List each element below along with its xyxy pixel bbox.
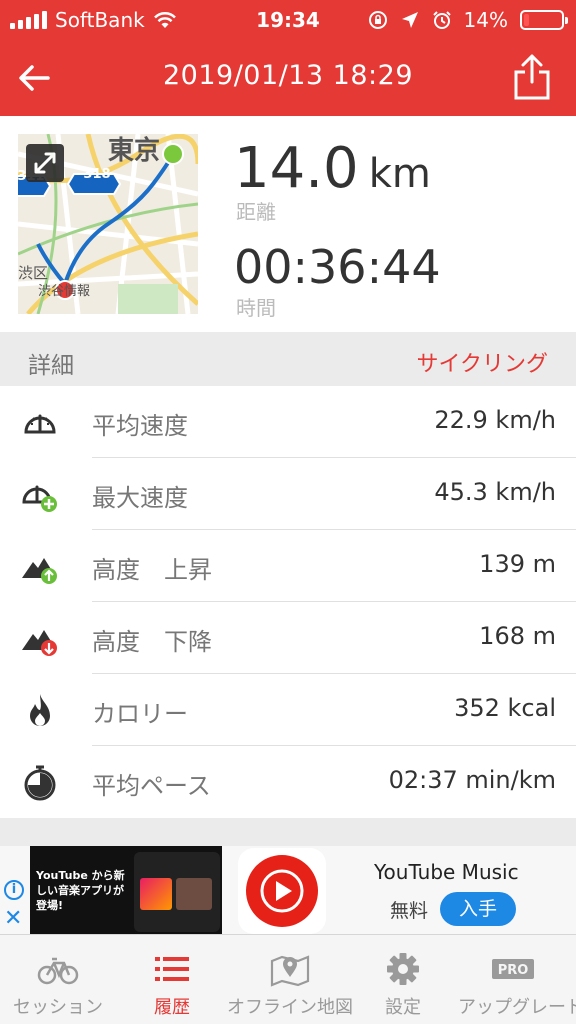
- distance-label: 距離: [236, 200, 276, 224]
- detail-row-avg-speed: 平均速度 22.9 km/h: [0, 386, 576, 458]
- gear-icon: [387, 953, 419, 985]
- detail-label: 最大速度: [92, 484, 188, 512]
- tab-label: アップグレード: [458, 997, 576, 1018]
- distance-unit: km: [368, 151, 431, 197]
- tab-label: セッション: [13, 997, 103, 1018]
- ad-image-text: YouTube から新しい音楽アプリが登場!: [36, 869, 125, 912]
- detail-value: 139 m: [479, 550, 556, 578]
- detail-row-elevation-up: 高度 上昇 139 m: [0, 530, 576, 602]
- ad-phone-screen: [134, 852, 220, 932]
- elevation-up-icon: [22, 558, 57, 584]
- ad-banner[interactable]: i ✕ YouTube から新しい音楽アプリが登場! YouTube Music…: [0, 846, 576, 934]
- ad-info-icon[interactable]: i: [4, 880, 24, 900]
- app-header: SoftBank 19:34 14% 2019/01/13 18:29: [0, 0, 576, 116]
- map-place-label-3: 渋谷情報: [38, 284, 91, 299]
- details-title: 詳細: [28, 353, 74, 379]
- route-map-thumbnail[interactable]: 318 311 東京 渋区 渋谷情報: [18, 134, 198, 314]
- svg-text:PRO: PRO: [498, 963, 529, 978]
- detail-value: 352 kcal: [454, 694, 556, 722]
- tab-label: 設定: [385, 997, 421, 1018]
- details-section-header: 詳細 サイクリング: [0, 332, 576, 386]
- time-label: 時間: [236, 296, 276, 320]
- details-list: 平均速度 22.9 km/h 最大速度 45.3 km/h 高度 上昇 139 …: [0, 386, 576, 818]
- detail-row-avg-pace: 平均ペース 02:37 min/km: [0, 746, 576, 818]
- tab-offline-map[interactable]: オフライン地図: [224, 935, 356, 1024]
- detail-row-elevation-down: 高度 下降 168 m: [0, 602, 576, 674]
- distance-value: 14.0: [234, 136, 359, 201]
- battery-fill: [524, 14, 529, 26]
- detail-value: 02:37 min/km: [388, 766, 556, 794]
- ad-image[interactable]: YouTube から新しい音楽アプリが登場!: [30, 846, 222, 934]
- detail-label: 平均ペース: [92, 772, 211, 800]
- map-pin-icon: [270, 955, 310, 987]
- expand-icon: [34, 152, 56, 174]
- detail-row-calories: カロリー 352 kcal: [0, 674, 576, 746]
- share-icon[interactable]: [512, 52, 552, 102]
- tab-bar: セッション 履歴 オフライン地図 設定 PRO アップグレード: [0, 934, 576, 1024]
- max-speed-icon: [22, 485, 57, 512]
- location-arrow-icon: [401, 12, 418, 28]
- status-right: 14%: [368, 8, 568, 32]
- activity-type[interactable]: サイクリング: [416, 346, 548, 378]
- tab-label: 履歴: [154, 997, 190, 1018]
- status-bar: SoftBank 19:34 14%: [0, 0, 576, 40]
- battery-icon: [520, 10, 568, 30]
- ad-price: 無料: [390, 900, 429, 922]
- expand-map-button[interactable]: [26, 144, 64, 182]
- play-icon: [246, 855, 318, 927]
- stopwatch-icon: [24, 765, 56, 801]
- detail-value: 168 m: [479, 622, 556, 650]
- detail-row-max-speed: 最大速度 45.3 km/h: [0, 458, 576, 530]
- nav-bar: 2019/01/13 18:29: [0, 40, 576, 116]
- tab-history[interactable]: 履歴: [116, 935, 228, 1024]
- detail-label: 高度 下降: [92, 628, 212, 656]
- list-icon: [155, 957, 189, 981]
- ad-close-icon[interactable]: ✕: [4, 906, 22, 931]
- tab-upgrade[interactable]: PRO アップグレード: [450, 935, 576, 1024]
- youtube-music-logo[interactable]: [238, 848, 326, 934]
- rotation-lock-icon: [368, 11, 387, 29]
- session-summary: 318 311 東京 渋区 渋谷情報 14.0km 距離 00:36:44 時間: [0, 116, 576, 332]
- elevation-down-icon: [22, 630, 57, 656]
- detail-label: 高度 上昇: [92, 556, 212, 584]
- detail-label: 平均速度: [92, 412, 188, 440]
- battery-percent: 14%: [463, 8, 508, 32]
- section-gap: [0, 818, 576, 846]
- route-badge-label: 318: [83, 167, 111, 182]
- detail-value: 45.3 km/h: [434, 478, 556, 506]
- ad-title: YouTube Music: [374, 860, 519, 884]
- tab-label: オフライン地図: [227, 997, 353, 1018]
- detail-value: 22.9 km/h: [434, 406, 556, 434]
- alarm-icon: [432, 11, 451, 29]
- page-title: 2019/01/13 18:29: [162, 60, 413, 91]
- detail-label: カロリー: [92, 700, 188, 728]
- pro-icon: PRO: [492, 959, 534, 979]
- speedometer-icon: [24, 414, 56, 434]
- distance-metric: 14.0 km: [234, 136, 431, 201]
- bicycle-icon: [37, 957, 79, 985]
- tab-session[interactable]: セッション: [0, 935, 116, 1024]
- time-value: 00:36:44: [234, 240, 441, 294]
- map-place-label: 東京: [108, 136, 161, 166]
- ad-get-button[interactable]: 入手: [440, 892, 516, 926]
- flame-icon: [30, 694, 50, 726]
- tab-settings[interactable]: 設定: [356, 935, 450, 1024]
